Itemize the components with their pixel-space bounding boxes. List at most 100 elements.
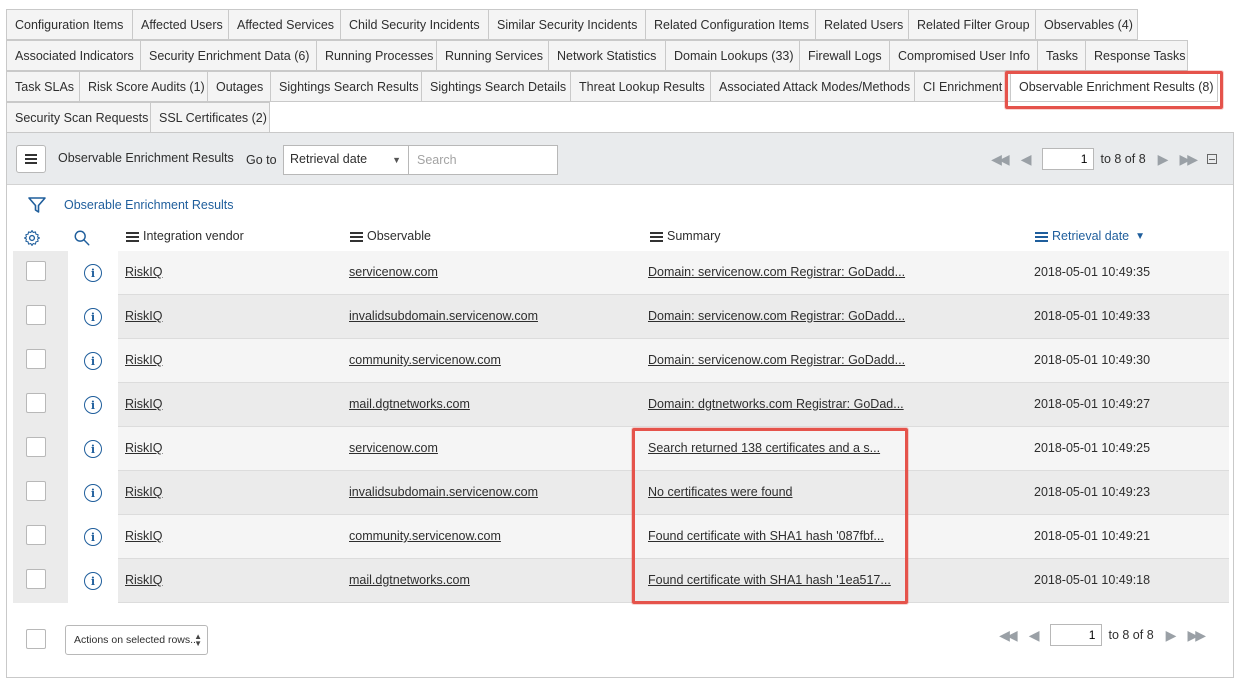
cell-vendor[interactable]: RiskIQ	[125, 353, 163, 367]
column-retrieval-date[interactable]: Retrieval date ▼	[1035, 229, 1145, 243]
cell-observable[interactable]: servicenow.com	[349, 265, 438, 279]
prev-page-icon[interactable]: ◀	[1021, 151, 1032, 168]
cell-summary[interactable]: Domain: servicenow.com Registrar: GoDadd…	[648, 353, 905, 367]
tab-affected-services[interactable]: Affected Services	[228, 9, 340, 40]
info-icon[interactable]: i	[84, 528, 102, 546]
cell-summary[interactable]: No certificates were found	[648, 485, 793, 499]
tab-related-users[interactable]: Related Users	[815, 9, 908, 40]
filter-icon[interactable]	[27, 195, 47, 215]
cell-observable[interactable]: servicenow.com	[349, 441, 438, 455]
tab-threat-lookup-results[interactable]: Threat Lookup Results	[570, 71, 710, 102]
cell-summary[interactable]: Domain: servicenow.com Registrar: GoDadd…	[648, 265, 905, 279]
collapse-icon[interactable]	[1207, 154, 1217, 164]
column-summary[interactable]: Summary	[650, 229, 720, 243]
info-icon[interactable]: i	[84, 440, 102, 458]
cell-vendor[interactable]: RiskIQ	[125, 441, 163, 455]
info-icon[interactable]: i	[84, 572, 102, 590]
cell-date: 2018-05-01 10:49:18	[1034, 573, 1151, 587]
next-page-icon[interactable]: ▶	[1158, 151, 1169, 168]
tab-security-scan-requests[interactable]: Security Scan Requests	[6, 102, 150, 133]
info-icon[interactable]: i	[84, 264, 102, 282]
tab-sightings-search-details[interactable]: Sightings Search Details	[421, 71, 570, 102]
cell-vendor[interactable]: RiskIQ	[125, 309, 163, 323]
filter-breadcrumb[interactable]: Obserable Enrichment Results	[64, 198, 234, 212]
tab-firewall-logs[interactable]: Firewall Logs	[799, 40, 889, 71]
gear-icon[interactable]	[23, 229, 41, 247]
cell-summary[interactable]: Found certificate with SHA1 hash '087fbf…	[648, 529, 884, 543]
tab-outages[interactable]: Outages	[207, 71, 270, 102]
row-checkbox[interactable]	[26, 437, 46, 457]
tab-associated-attack-modes[interactable]: Associated Attack Modes/Methods	[710, 71, 914, 102]
tab-risk-score-audits[interactable]: Risk Score Audits (1)	[79, 71, 207, 102]
cell-summary[interactable]: Domain: dgtnetworks.com Registrar: GoDad…	[648, 397, 904, 411]
cell-vendor[interactable]: RiskIQ	[125, 573, 163, 587]
cell-observable[interactable]: community.servicenow.com	[349, 529, 501, 543]
search-input[interactable]	[408, 145, 558, 175]
row-checkbox[interactable]	[26, 481, 46, 501]
tab-response-tasks[interactable]: Response Tasks	[1085, 40, 1188, 71]
tab-sightings-search-results[interactable]: Sightings Search Results	[270, 71, 421, 102]
cell-vendor[interactable]: RiskIQ	[125, 485, 163, 499]
related-list-panel: Observable Enrichment Results Go to Retr…	[6, 132, 1234, 678]
cell-observable[interactable]: community.servicenow.com	[349, 353, 501, 367]
tab-related-configuration-items[interactable]: Related Configuration Items	[645, 9, 815, 40]
goto-field-select[interactable]: Retrieval date ▼	[283, 145, 409, 175]
info-icon[interactable]: i	[84, 352, 102, 370]
tab-ssl-certificates[interactable]: SSL Certificates (2)	[150, 102, 270, 133]
column-menu-icon	[126, 231, 139, 242]
cell-vendor[interactable]: RiskIQ	[125, 397, 163, 411]
cell-summary[interactable]: Found certificate with SHA1 hash '1ea517…	[648, 573, 891, 587]
actions-select[interactable]: Actions on selected rows... ▲ ▼	[65, 625, 208, 655]
tab-running-processes[interactable]: Running Processes	[316, 40, 436, 71]
tab-compromised-user-info[interactable]: Compromised User Info	[889, 40, 1037, 71]
cell-vendor[interactable]: RiskIQ	[125, 265, 163, 279]
page-number-input[interactable]	[1042, 148, 1095, 170]
cell-observable[interactable]: invalidsubdomain.servicenow.com	[349, 309, 538, 323]
tab-security-enrichment-data[interactable]: Security Enrichment Data (6)	[140, 40, 316, 71]
tab-affected-users[interactable]: Affected Users	[132, 9, 228, 40]
page-number-input[interactable]	[1050, 624, 1103, 646]
tab-associated-indicators[interactable]: Associated Indicators	[6, 40, 140, 71]
tab-tasks[interactable]: Tasks	[1037, 40, 1085, 71]
cell-observable[interactable]: mail.dgtnetworks.com	[349, 573, 470, 587]
tab-related-filter-group[interactable]: Related Filter Group	[908, 9, 1035, 40]
next-page-icon[interactable]: ▶	[1166, 627, 1177, 644]
info-icon[interactable]: i	[84, 484, 102, 502]
search-icon[interactable]	[73, 229, 91, 247]
first-page-icon[interactable]: ◀◀	[999, 627, 1017, 644]
list-menu-button[interactable]	[16, 145, 46, 173]
tab-domain-lookups[interactable]: Domain Lookups (33)	[665, 40, 799, 71]
tab-task-slas[interactable]: Task SLAs	[6, 71, 79, 102]
row-checkbox[interactable]	[26, 569, 46, 589]
column-observable[interactable]: Observable	[350, 229, 431, 243]
info-icon[interactable]: i	[84, 396, 102, 414]
row-checkbox[interactable]	[26, 349, 46, 369]
tab-configuration-items[interactable]: Configuration Items	[6, 9, 132, 40]
last-page-icon[interactable]: ▶▶	[1187, 627, 1205, 644]
tab-running-services[interactable]: Running Services	[436, 40, 548, 71]
prev-page-icon[interactable]: ◀	[1029, 627, 1040, 644]
row-checkbox[interactable]	[26, 525, 46, 545]
select-all-checkbox[interactable]	[26, 629, 46, 649]
row-checkbox[interactable]	[26, 393, 46, 413]
info-icon[interactable]: i	[84, 308, 102, 326]
cell-observable[interactable]: mail.dgtnetworks.com	[349, 397, 470, 411]
tab-observables[interactable]: Observables (4)	[1035, 9, 1138, 40]
table-row: i RiskIQ invalidsubdomain.servicenow.com…	[13, 471, 1229, 515]
first-page-icon[interactable]: ◀◀	[991, 151, 1009, 168]
column-label: Summary	[667, 229, 721, 243]
last-page-icon[interactable]: ▶▶	[1179, 151, 1197, 168]
cell-summary[interactable]: Domain: servicenow.com Registrar: GoDadd…	[648, 309, 905, 323]
cell-summary[interactable]: Search returned 138 certificates and a s…	[648, 441, 880, 455]
tab-child-security-incidents[interactable]: Child Security Incidents	[340, 9, 488, 40]
row-checkbox[interactable]	[26, 305, 46, 325]
actions-label: Actions on selected rows...	[74, 634, 199, 646]
tab-ci-enrichment[interactable]: CI Enrichment	[914, 71, 1010, 102]
tab-observable-enrichment-results[interactable]: Observable Enrichment Results (8)	[1010, 71, 1218, 102]
cell-vendor[interactable]: RiskIQ	[125, 529, 163, 543]
tab-similar-security-incidents[interactable]: Similar Security Incidents	[488, 9, 645, 40]
row-checkbox[interactable]	[26, 261, 46, 281]
cell-observable[interactable]: invalidsubdomain.servicenow.com	[349, 485, 538, 499]
column-integration-vendor[interactable]: Integration vendor	[126, 229, 244, 243]
tab-network-statistics[interactable]: Network Statistics	[548, 40, 665, 71]
